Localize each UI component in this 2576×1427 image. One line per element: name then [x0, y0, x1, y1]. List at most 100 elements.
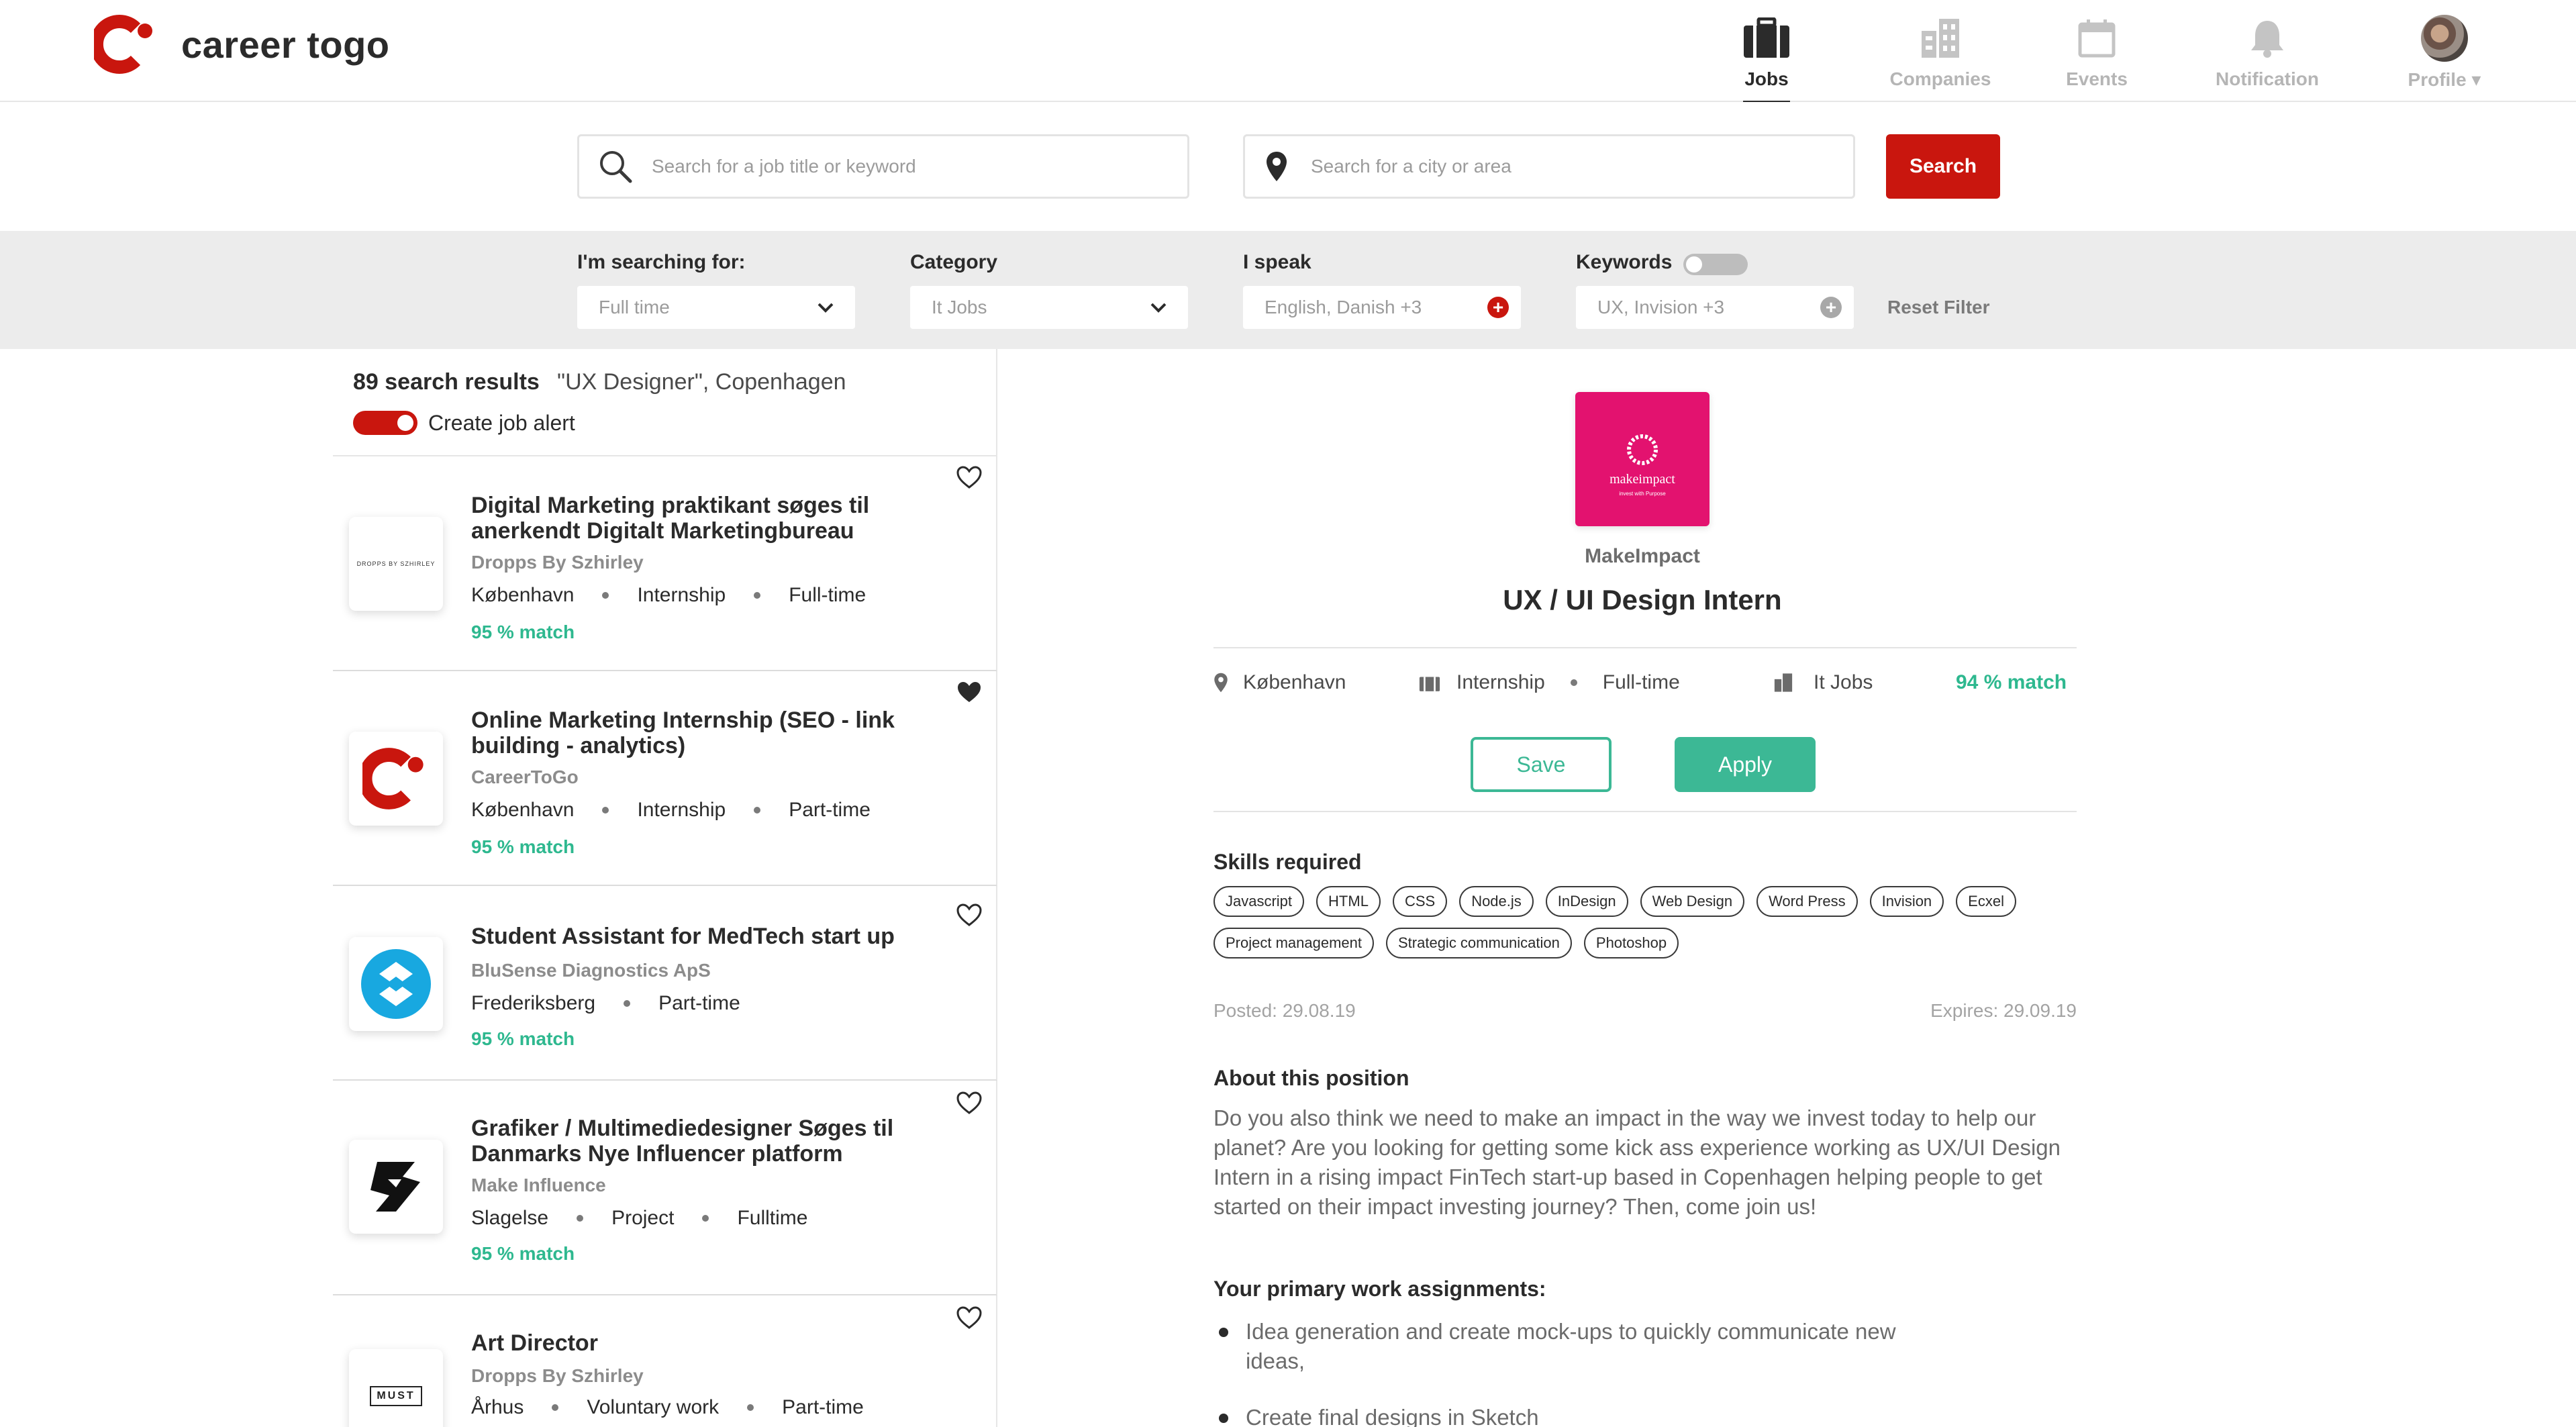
keywords-toggle[interactable]: [1683, 254, 1748, 275]
search-button[interactable]: Search: [1886, 134, 2000, 199]
briefcase-icon: [1419, 673, 1440, 692]
location-search-input[interactable]: [1311, 156, 1853, 177]
job-title[interactable]: Digital Marketing praktikant søges til a…: [471, 493, 914, 544]
detail-location: København: [1213, 671, 1346, 694]
skills-list: Javascript HTML CSS Node.js InDesign Web…: [1213, 886, 2086, 958]
job-card[interactable]: Student Assistant for MedTech start up B…: [333, 886, 997, 1081]
keyword-search-input[interactable]: [652, 156, 1187, 177]
apply-button[interactable]: Apply: [1675, 737, 1816, 792]
company-logo: [349, 937, 443, 1031]
detail-company-logo: makeimpact invest with Purpose: [1575, 392, 1710, 526]
job-company: Make Influence: [471, 1175, 606, 1195]
i-speak-label: I speak: [1243, 251, 1311, 273]
nav-companies-label: Companies: [1889, 68, 1991, 89]
add-language-icon[interactable]: +: [1487, 297, 1509, 318]
job-meta: Århus Voluntary work Part-time: [471, 1396, 864, 1419]
logo-mark-icon: [90, 15, 158, 74]
separator-dot: [702, 1215, 709, 1222]
skill-tag: Web Design: [1640, 886, 1745, 917]
nav-events[interactable]: Events: [2030, 15, 2164, 90]
separator-dot: [754, 592, 761, 599]
languages-select[interactable]: English, Danish +3 +: [1243, 286, 1521, 329]
job-match: 95 % match: [471, 1243, 575, 1264]
detail-time-text: Full-time: [1602, 671, 1680, 693]
expires-date: Expires: 29.09.19: [1930, 1000, 2077, 1021]
results-count: 89 search results: [353, 369, 540, 395]
category-label: Category: [910, 251, 998, 273]
job-title[interactable]: Online Marketing Internship (SEO - link …: [471, 707, 914, 758]
building-icon: [1773, 672, 1793, 693]
keywords-label: Keywords: [1576, 251, 1673, 273]
job-time: Part-time: [782, 1396, 864, 1418]
job-meta: København Internship Part-time: [471, 799, 871, 822]
brand-logo[interactable]: career togo: [90, 15, 390, 74]
detail-logo-text: makeimpact: [1609, 472, 1675, 487]
skill-tag: Javascript: [1213, 886, 1305, 917]
skill-tag: Project management: [1213, 928, 1374, 958]
job-meta: Frederiksberg Part-time: [471, 992, 740, 1015]
heart-outline-icon[interactable]: [956, 1305, 983, 1332]
job-match: 95 % match: [471, 622, 575, 642]
separator-dot: [754, 807, 761, 814]
company-logo-text: DROPPS BY SZHIRLEY: [356, 560, 436, 567]
job-card[interactable]: MUST Art Director Dropps By Szhirley Årh…: [333, 1295, 997, 1427]
nav-jobs[interactable]: Jobs: [1699, 15, 1834, 104]
job-location: Frederiksberg: [471, 992, 596, 1014]
separator-dot: [1570, 679, 1577, 686]
job-card[interactable]: DROPPS BY SZHIRLEY Digital Marketing pra…: [333, 456, 997, 671]
chevron-down-icon: [1149, 298, 1168, 322]
skill-tag: Invision: [1869, 886, 1944, 917]
detail-location-text: København: [1243, 671, 1346, 693]
skill-tag: Ecxel: [1956, 886, 2016, 917]
company-logo: MUST: [349, 1349, 443, 1427]
category-select[interactable]: It Jobs: [910, 286, 1188, 329]
reset-filter-link[interactable]: Reset Filter: [1887, 297, 1990, 318]
skill-tag: Strategic communication: [1386, 928, 1572, 958]
job-card[interactable]: Grafiker / Multimediedesigner Søges til …: [333, 1081, 997, 1295]
job-location: Slagelse: [471, 1207, 549, 1229]
keywords-select[interactable]: UX, Invision +3 +: [1576, 286, 1854, 329]
blusense-logo-icon: [361, 949, 431, 1019]
job-alert-toggle[interactable]: [353, 411, 417, 435]
detail-category: It Jobs: [1773, 671, 1873, 694]
top-header: career togo Jobs Companies Events Notifi…: [0, 0, 2576, 104]
job-title[interactable]: Art Director: [471, 1330, 914, 1356]
job-title[interactable]: Student Assistant for MedTech start up: [471, 924, 914, 949]
careertogo-logo-icon: [362, 748, 424, 809]
job-type: Project: [611, 1207, 675, 1229]
divider: [1213, 647, 2077, 648]
detail-type: Internship Full-time: [1419, 671, 1680, 694]
nav-notification-label: Notification: [2216, 68, 2319, 89]
nav-profile-label: Profile ▾: [2408, 69, 2481, 90]
heart-filled-icon[interactable]: [956, 679, 983, 706]
company-logo-text: MUST: [370, 1386, 422, 1406]
skill-tag: Photoshop: [1583, 928, 1679, 958]
job-match: 95 % match: [471, 1028, 575, 1049]
nav-profile[interactable]: Profile ▾: [2377, 15, 2512, 91]
calendar-icon: [2070, 15, 2124, 62]
job-card[interactable]: Online Marketing Internship (SEO - link …: [333, 671, 997, 886]
heart-outline-icon[interactable]: [956, 902, 983, 929]
job-type-select[interactable]: Full time: [577, 286, 855, 329]
detail-match: 94 % match: [1956, 671, 2067, 693]
skill-tag: InDesign: [1545, 886, 1628, 917]
detail-company-name[interactable]: MakeImpact: [1441, 545, 1844, 568]
add-keyword-icon[interactable]: +: [1820, 297, 1842, 318]
job-detail-panel: makeimpact invest with Purpose MakeImpac…: [999, 349, 2576, 1427]
job-title[interactable]: Grafiker / Multimediedesigner Søges til …: [471, 1116, 914, 1167]
skill-tag: Node.js: [1459, 886, 1534, 917]
detail-type-text: Internship: [1456, 671, 1545, 693]
detail-job-title: UX / UI Design Intern: [1503, 584, 1782, 616]
makeimpact-logo-icon: makeimpact invest with Purpose: [1609, 434, 1675, 497]
nav-companies[interactable]: Companies: [1873, 15, 2008, 90]
briefcase-icon: [1740, 15, 1793, 62]
job-location: København: [471, 799, 575, 821]
about-heading: About this position: [1213, 1066, 1409, 1090]
job-company: BluSense Diagnostics ApS: [471, 960, 711, 981]
separator-dot: [747, 1404, 754, 1411]
heart-outline-icon[interactable]: [956, 464, 983, 491]
separator-dot: [577, 1215, 584, 1222]
save-button[interactable]: Save: [1471, 737, 1612, 792]
nav-notification[interactable]: Notification: [2200, 15, 2334, 90]
heart-outline-icon[interactable]: [956, 1090, 983, 1117]
